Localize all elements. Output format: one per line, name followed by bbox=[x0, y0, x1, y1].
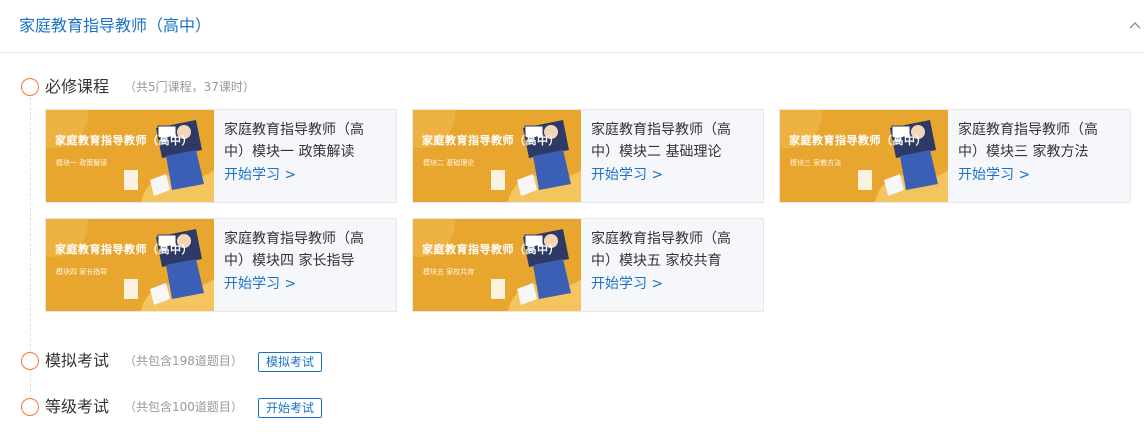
course-card[interactable]: 家庭教育指导教师（高中） 模块三 家教方法 家庭教育指导教师（高中）模块三 家教… bbox=[779, 109, 1131, 203]
start-learning-link[interactable]: 开始学习 > bbox=[591, 165, 663, 185]
start-learning-link[interactable]: 开始学习 > bbox=[591, 274, 663, 294]
thumbnail-title: 家庭教育指导教师（高中） bbox=[422, 134, 560, 147]
thumbnail-title: 家庭教育指导教师（高中） bbox=[422, 243, 560, 256]
required-meta: （共5门课程，37课时） bbox=[124, 80, 255, 94]
course-thumbnail: 家庭教育指导教师（高中） 模块二 基础理论 bbox=[413, 110, 581, 202]
thumbnail-title: 家庭教育指导教师（高中） bbox=[55, 134, 193, 147]
start-learning-link[interactable]: 开始学习 > bbox=[958, 165, 1030, 185]
course-header: 家庭教育指导教师（高中） bbox=[0, 0, 1144, 53]
mock-exam-button[interactable]: 模拟考试 bbox=[258, 352, 323, 372]
required-section: 必修课程 （共5门课程，37课时） bbox=[21, 76, 321, 98]
page-title: 家庭教育指导教师（高中） bbox=[19, 16, 212, 35]
required-title: 必修课程 bbox=[45, 77, 110, 96]
course-name: 家庭教育指导教师（高中）模块四 家长指导 bbox=[224, 231, 364, 269]
course-name: 家庭教育指导教师（高中）模块三 家教方法 bbox=[958, 122, 1098, 160]
mock-exam-meta: （共包含198道题目） bbox=[124, 354, 243, 368]
course-card[interactable]: 家庭教育指导教师（高中） 模块四 家长指导 家庭教育指导教师（高中）模块四 家长… bbox=[45, 218, 397, 312]
course-thumbnail: 家庭教育指导教师（高中） 模块五 家校共育 bbox=[413, 219, 581, 311]
grade-exam-title: 等级考试 bbox=[45, 397, 110, 416]
start-exam-button[interactable]: 开始考试 bbox=[258, 398, 323, 418]
course-thumbnail: 家庭教育指导教师（高中） 模块三 家教方法 bbox=[780, 110, 948, 202]
course-thumbnail: 家庭教育指导教师（高中） 模块一 政策解读 bbox=[46, 110, 214, 202]
thumbnail-subtitle: 模块二 基础理论 bbox=[423, 159, 475, 167]
course-name: 家庭教育指导教师（高中）模块一 政策解读 bbox=[224, 122, 364, 160]
thumbnail-subtitle: 模块一 政策解读 bbox=[56, 159, 108, 167]
grade-exam-section: 等级考试 （共包含100道题目） 开始考试 bbox=[21, 396, 341, 418]
start-learning-link[interactable]: 开始学习 > bbox=[224, 274, 296, 294]
chevron-up-icon[interactable] bbox=[1128, 18, 1142, 32]
course-card[interactable]: 家庭教育指导教师（高中） 模块五 家校共育 家庭教育指导教师（高中）模块五 家校… bbox=[412, 218, 764, 312]
course-name: 家庭教育指导教师（高中）模块五 家校共育 bbox=[591, 231, 731, 269]
thumbnail-title: 家庭教育指导教师（高中） bbox=[789, 134, 927, 147]
mock-exam-title: 模拟考试 bbox=[45, 351, 110, 370]
thumbnail-subtitle: 模块五 家校共育 bbox=[423, 268, 475, 276]
grade-exam-meta: （共包含100道题目） bbox=[124, 400, 243, 414]
timeline-circle-icon bbox=[21, 352, 39, 370]
course-name: 家庭教育指导教师（高中）模块二 基础理论 bbox=[591, 122, 731, 160]
timeline-circle-icon bbox=[21, 78, 39, 96]
timeline-circle-icon bbox=[21, 398, 39, 416]
start-learning-link[interactable]: 开始学习 > bbox=[224, 165, 296, 185]
mock-exam-section: 模拟考试 （共包含198道题目） 模拟考试 bbox=[21, 350, 341, 372]
course-card[interactable]: 家庭教育指导教师（高中） 模块二 基础理论 家庭教育指导教师（高中）模块二 基础… bbox=[412, 109, 764, 203]
thumbnail-subtitle: 模块三 家教方法 bbox=[790, 159, 842, 167]
course-card[interactable]: 家庭教育指导教师（高中） 模块一 政策解读 家庭教育指导教师（高中）模块一 政策… bbox=[45, 109, 397, 203]
course-thumbnail: 家庭教育指导教师（高中） 模块四 家长指导 bbox=[46, 219, 214, 311]
thumbnail-subtitle: 模块四 家长指导 bbox=[56, 268, 108, 276]
thumbnail-title: 家庭教育指导教师（高中） bbox=[55, 243, 193, 256]
